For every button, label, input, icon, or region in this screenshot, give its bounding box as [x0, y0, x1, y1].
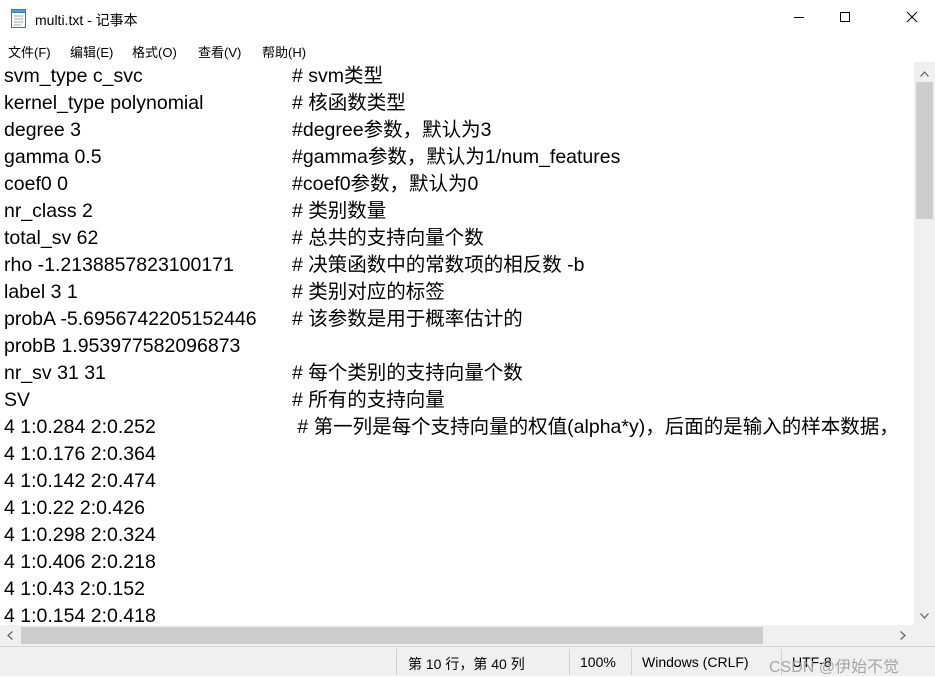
line-comment: #degree参数，默认为3 [292, 119, 492, 141]
status-bar: 第 10 行，第 40 列 100% Windows (CRLF) UTF-8 … [0, 646, 935, 676]
title-bar[interactable]: multi.txt - 记事本 [0, 0, 935, 38]
line-code: probA -5.6956742205152446 [4, 308, 257, 330]
chevron-right-icon [900, 627, 906, 645]
text-line: svm_type c_svc # svm类型 [4, 63, 914, 90]
text-line: coef0 0 #coef0参数，默认为0 [4, 171, 914, 198]
text-line: 4 1:0.154 2:0.418 [4, 603, 914, 625]
chevron-down-icon [920, 606, 929, 624]
cursor-position: 第 10 行，第 40 列 [408, 656, 525, 672]
menu-file[interactable]: 文件(F) [8, 42, 51, 61]
text-line: 4 1:0.43 2:0.152 [4, 576, 914, 603]
text-line: 4 1:0.406 2:0.218 [4, 549, 914, 576]
text-line: 4 1:0.22 2:0.426 [4, 495, 914, 522]
chevron-up-icon [920, 64, 929, 82]
line-comment: # 核函数类型 [292, 92, 406, 114]
line-comment: # 类别数量 [292, 200, 387, 222]
line-comment: # 每个类别的支持向量个数 [292, 362, 523, 384]
text-line: rho -1.2138857823100171 # 决策函数中的常数项的相反数 -… [4, 252, 914, 279]
text-line: 4 1:0.284 2:0.252 # 第一列是每个支持向量的权值(alpha*… [4, 414, 914, 441]
line-code: 4 1:0.406 2:0.218 [4, 551, 156, 573]
window-title: multi.txt - 记事本 [35, 12, 138, 28]
close-button[interactable] [889, 0, 935, 38]
menu-view[interactable]: 查看(V) [198, 42, 241, 61]
watermark: CSDN @伊始不觉 [769, 659, 900, 676]
maximize-button[interactable] [822, 0, 868, 38]
text-line: gamma 0.5 #gamma参数，默认为1/num_features [4, 144, 914, 171]
chevron-left-icon [7, 627, 13, 645]
line-ending: Windows (CRLF) [642, 654, 749, 670]
text-editor[interactable]: svm_type c_svc # svm类型 kernel_type polynom… [0, 62, 914, 625]
line-code: probB 1.953977582096873 [4, 335, 241, 357]
line-code: 4 1:0.22 2:0.426 [4, 497, 145, 519]
status-divider [569, 649, 570, 675]
vertical-scrollbar[interactable] [914, 62, 935, 625]
line-comment: # 该参数是用于概率估计的 [292, 308, 523, 330]
zoom-level: 100% [580, 654, 616, 670]
line-code: 4 1:0.298 2:0.324 [4, 524, 156, 546]
line-comment: #gamma参数，默认为1/num_features [292, 146, 621, 168]
text-line: kernel_type polynomial # 核函数类型 [4, 90, 914, 117]
menu-bar: 文件(F) 编辑(E) 格式(O) 查看(V) 帮助(H) [0, 38, 935, 62]
scroll-up-button[interactable] [914, 64, 935, 81]
line-code: 4 1:0.284 2:0.252 [4, 416, 156, 438]
line-code: 4 1:0.142 2:0.474 [4, 470, 156, 492]
minimize-button[interactable] [776, 0, 822, 38]
line-code: gamma 0.5 [4, 146, 102, 168]
horizontal-scroll-thumb[interactable] [21, 627, 763, 644]
text-line: 4 1:0.176 2:0.364 [4, 441, 914, 468]
line-code: 4 1:0.154 2:0.418 [4, 605, 156, 625]
menu-help[interactable]: 帮助(H) [262, 42, 306, 61]
line-code: label 3 1 [4, 281, 78, 303]
scroll-right-button[interactable] [893, 627, 913, 644]
text-line: 4 1:0.142 2:0.474 [4, 468, 914, 495]
line-comment: # 第一列是每个支持向量的权值(alpha*y)，后面的是输入的样本数据， [292, 416, 899, 438]
line-comment: # 决策函数中的常数项的相反数 -b [292, 254, 585, 276]
line-code: coef0 0 [4, 173, 68, 195]
status-divider [631, 649, 632, 675]
notepad-icon [11, 9, 26, 28]
notepad-window: multi.txt - 记事本 文件(F) 编辑(E) 格式(O) 查看(V) … [0, 0, 935, 676]
line-comment: # 类别对应的标签 [292, 281, 445, 303]
line-comment: # 所有的支持向量 [292, 389, 445, 411]
text-line: 4 1:0.298 2:0.324 [4, 522, 914, 549]
horizontal-scrollbar[interactable] [0, 625, 914, 646]
text-line: total_sv 62 # 总共的支持向量个数 [4, 225, 914, 252]
close-icon [906, 10, 918, 28]
line-comment: # svm类型 [292, 65, 384, 87]
line-comment: #coef0参数，默认为0 [292, 173, 479, 195]
line-code: degree 3 [4, 119, 81, 141]
line-code: nr_class 2 [4, 200, 93, 222]
vertical-scroll-thumb[interactable] [916, 82, 933, 219]
text-line: probA -5.6956742205152446 # 该参数是用于概率估计的 [4, 306, 914, 333]
text-line: label 3 1 # 类别对应的标签 [4, 279, 914, 306]
menu-format[interactable]: 格式(O) [132, 42, 177, 61]
minimize-icon [793, 10, 805, 28]
line-code: kernel_type polynomial [4, 92, 204, 114]
line-code: total_sv 62 [4, 227, 99, 249]
scrollbar-corner [914, 625, 935, 646]
scroll-down-button[interactable] [914, 606, 935, 623]
line-code: nr_sv 31 31 [4, 362, 106, 384]
line-code: rho -1.2138857823100171 [4, 254, 234, 276]
line-code: 4 1:0.176 2:0.364 [4, 443, 156, 465]
line-code: 4 1:0.43 2:0.152 [4, 578, 145, 600]
line-code: svm_type c_svc [4, 65, 143, 87]
text-line: degree 3 #degree参数，默认为3 [4, 117, 914, 144]
text-line: probB 1.953977582096873 [4, 333, 914, 360]
text-line: nr_sv 31 31 # 每个类别的支持向量个数 [4, 360, 914, 387]
scroll-left-button[interactable] [0, 627, 20, 644]
line-code: SV [4, 389, 31, 411]
line-comment: # 总共的支持向量个数 [292, 227, 484, 249]
maximize-icon [839, 10, 851, 28]
status-divider [396, 649, 397, 675]
text-line: SV # 所有的支持向量 [4, 387, 914, 414]
text-line: nr_class 2 # 类别数量 [4, 198, 914, 225]
menu-edit[interactable]: 编辑(E) [70, 42, 113, 61]
